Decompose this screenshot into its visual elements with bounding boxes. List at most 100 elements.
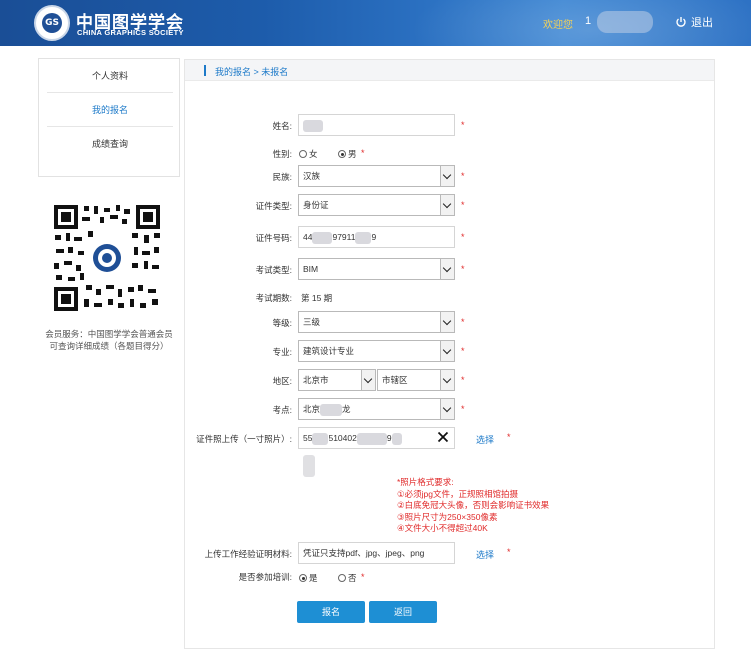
choose-photo-link[interactable]: 选择 — [476, 433, 494, 446]
training-label: 是否参加培训: — [238, 572, 292, 582]
breadcrumb-marker — [204, 65, 206, 76]
level-select[interactable]: 三级 — [298, 311, 455, 333]
breadcrumb-text[interactable]: 我的报名 > 未报名 — [215, 65, 288, 78]
id-number-input[interactable]: 44 97911 9 — [298, 226, 455, 248]
photo-file-part: 9 — [386, 433, 392, 443]
required-mark: * — [461, 346, 465, 356]
level-value: 三级 — [303, 317, 321, 327]
required-mark: * — [461, 317, 465, 327]
power-icon — [676, 17, 686, 27]
ethnicity-select[interactable]: 汉族 — [298, 165, 455, 187]
cert-file-input[interactable]: 凭证只支持pdf、jpg、jpeg、png — [298, 542, 455, 564]
redacted-name — [303, 119, 323, 132]
exam-type-label: 考试类型: — [255, 265, 292, 275]
exam-site-label: 考点: — [272, 405, 292, 415]
logout-button[interactable]: 退出 — [675, 14, 713, 30]
exam-type-select[interactable]: BIM — [298, 258, 455, 280]
city-select[interactable]: 北京市 — [298, 369, 376, 391]
redacted-file — [391, 432, 402, 445]
chevron-down-icon — [440, 399, 454, 419]
photo-file-part: 510402 — [328, 433, 357, 443]
id-type-label: 证件类型: — [255, 201, 292, 211]
major-select[interactable]: 建筑设计专业 — [298, 340, 455, 362]
id-number-label: 证件号码: — [255, 233, 292, 243]
gender-male-radio[interactable]: 男 — [338, 148, 357, 160]
photo-rule-item: ②白底免冠大头像，否则会影响证书效果 — [397, 500, 550, 510]
required-mark: * — [461, 375, 465, 385]
district-value: 市辖区 — [382, 375, 408, 385]
radio-dot-selected — [299, 574, 307, 582]
training-no-radio[interactable]: 否 — [338, 572, 357, 584]
required-mark: * — [461, 232, 465, 242]
redacted-file — [356, 432, 387, 445]
photo-rule-item: ①必须jpg文件，正规照相馆拍摄 — [397, 488, 518, 499]
logout-label: 退出 — [691, 17, 713, 29]
training-yes-label: 是 — [309, 573, 318, 583]
id-type-value: 身份证 — [303, 200, 329, 210]
redacted-id — [312, 231, 333, 244]
training-yes-radio[interactable]: 是 — [299, 572, 318, 584]
major-label: 专业: — [272, 347, 292, 357]
qr-code-icon — [52, 203, 162, 313]
redacted-file — [312, 432, 329, 445]
required-mark: * — [461, 404, 465, 414]
logo-mark: GS — [42, 13, 62, 33]
exam-site-part: 北京 — [303, 404, 321, 414]
id-type-select[interactable]: 身份证 — [298, 194, 455, 216]
sidebar-item-my-registration[interactable]: 我的报名 — [47, 93, 173, 127]
redacted-username — [597, 11, 653, 33]
welcome-text: 欢迎您 — [543, 20, 573, 31]
chevron-down-icon — [361, 370, 375, 390]
id-number-part: 9 — [371, 232, 377, 242]
required-mark: * — [507, 432, 511, 442]
redacted-id — [355, 231, 372, 244]
breadcrumb: 我的报名 > 未报名 — [185, 60, 714, 81]
id-number-part: 44 — [303, 232, 313, 242]
photo-rule-item: ③照片尺寸为250×350像素 — [397, 511, 498, 522]
submit-button[interactable]: 报名 — [297, 601, 365, 623]
level-label: 等级: — [272, 318, 292, 328]
sidebar-item-score-query[interactable]: 成绩查询 — [47, 127, 173, 161]
required-mark: * — [461, 171, 465, 181]
required-mark: * — [507, 547, 511, 557]
cert-upload-label: 上传工作经验证明材料: — [204, 549, 292, 559]
chevron-down-icon — [440, 370, 454, 390]
top-header: GS 中国图学学会 CHINA GRAPHICS SOCIETY 欢迎您 1 退… — [0, 0, 751, 46]
photo-rule-item: ④文件大小不得超过40K — [397, 523, 488, 533]
name-input[interactable] — [298, 114, 455, 136]
ethnicity-value: 汉族 — [303, 171, 321, 181]
choose-cert-link[interactable]: 选择 — [476, 548, 494, 561]
member-service-note: 会员服务：中国图学学会普通会员可查询详细成绩（各题目得分） — [45, 329, 173, 351]
required-mark: * — [461, 200, 465, 210]
chevron-down-icon — [440, 312, 454, 332]
photo-upload-label: 证件照上传（一寸照片）: — [196, 434, 292, 444]
chevron-down-icon — [440, 166, 454, 186]
photo-file-input[interactable]: 55 510402 9 — [298, 427, 455, 449]
gender-female-radio[interactable]: 女 — [299, 148, 318, 160]
photo-preview — [303, 455, 315, 477]
major-value: 建筑设计专业 — [303, 346, 355, 356]
gender-label: 性别: — [272, 149, 292, 159]
photo-file-part: 55 — [303, 433, 313, 443]
sidebar-menu: 个人资料 我的报名 成绩查询 — [38, 58, 180, 177]
clear-icon[interactable] — [437, 431, 449, 443]
radio-dot — [299, 150, 307, 158]
id-number-part: 97911 — [332, 232, 356, 242]
chevron-down-icon — [440, 341, 454, 361]
radio-dot — [338, 574, 346, 582]
exam-period-value: 第 15 期 — [301, 293, 333, 303]
gender-female-label: 女 — [309, 149, 318, 159]
district-select[interactable]: 市辖区 — [377, 369, 455, 391]
user-id: 1 — [585, 15, 592, 27]
back-button[interactable]: 返回 — [369, 601, 437, 623]
chevron-down-icon — [440, 259, 454, 279]
required-mark: * — [361, 572, 365, 582]
gender-male-label: 男 — [348, 149, 357, 159]
sidebar-item-profile[interactable]: 个人资料 — [47, 59, 173, 93]
name-label: 姓名: — [272, 121, 292, 131]
exam-type-value: BIM — [303, 264, 319, 274]
chevron-down-icon — [440, 195, 454, 215]
photo-requirements: *照片格式要求: ①必须jpg文件，正规照相馆拍摄 ②白底免冠大头像，否则会影响… — [397, 477, 549, 535]
logo-title-en: CHINA GRAPHICS SOCIETY — [77, 28, 184, 37]
exam-site-select[interactable]: 北京 龙 — [298, 398, 455, 420]
